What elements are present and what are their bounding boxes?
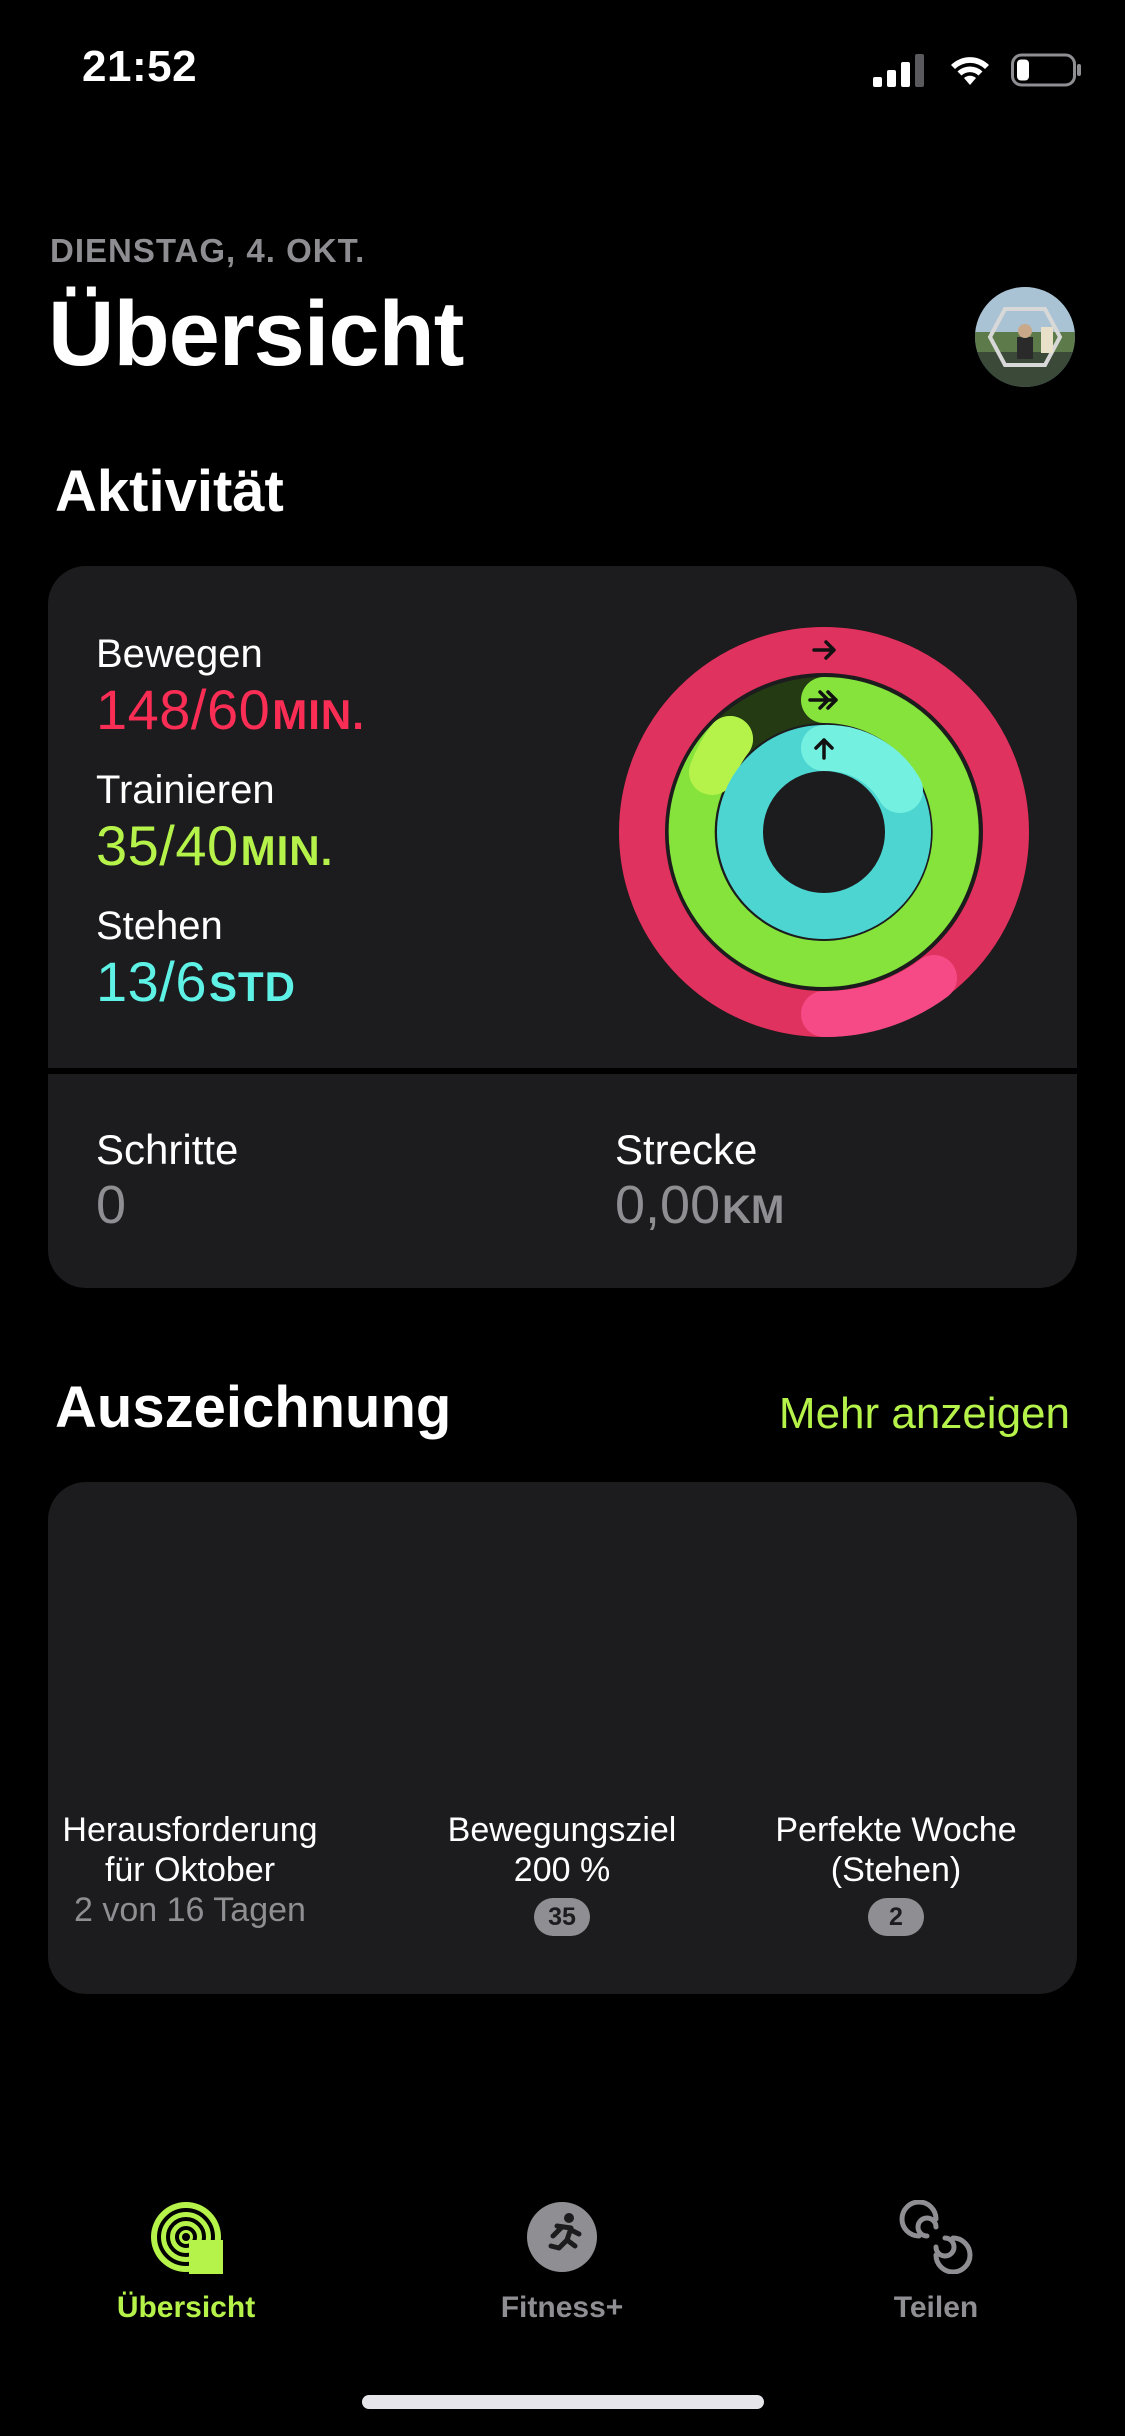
tab-overview-label: Übersicht bbox=[116, 2291, 256, 2324]
wifi-icon bbox=[951, 57, 989, 85]
status-icons bbox=[873, 50, 1083, 90]
award-title-line2: für Oktober bbox=[104, 1851, 276, 1889]
awards-section-title: Auszeichnung bbox=[55, 1375, 452, 1440]
battery-icon bbox=[1011, 53, 1081, 87]
award-count-badge: 2 bbox=[868, 1898, 924, 1936]
steps-label: Schritte bbox=[96, 1126, 239, 1173]
exercise-ring-end bbox=[689, 716, 753, 795]
awards-card: Herausforderung für Oktober 2 von 16 Tag… bbox=[48, 1482, 1077, 1994]
tab-sharing-label: Teilen bbox=[893, 2291, 979, 2324]
award-count-badge: 35 bbox=[534, 1898, 590, 1936]
award-title-line1: Herausforderung bbox=[62, 1811, 318, 1849]
stand-unit: STD bbox=[209, 963, 296, 1010]
activity-section-title: Aktivität bbox=[55, 459, 284, 524]
stand-label: Stehen bbox=[96, 904, 223, 948]
award-subtitle: 2 von 16 Tagen bbox=[74, 1891, 306, 1929]
status-time: 21:52 bbox=[82, 42, 198, 91]
tab-sharing[interactable]: Teilen bbox=[806, 2199, 1066, 2325]
tab-overview[interactable]: Übersicht bbox=[56, 2200, 316, 2325]
move-label: Bewegen bbox=[96, 632, 263, 676]
sharing-icon bbox=[899, 2199, 973, 2275]
award-title-line1: Perfekte Woche bbox=[775, 1811, 1017, 1849]
award-title-line2: 200 % bbox=[513, 1851, 611, 1889]
move-value: 148/60 bbox=[96, 678, 271, 741]
distance-unit: KM bbox=[722, 1188, 785, 1232]
profile-avatar[interactable] bbox=[975, 287, 1075, 387]
steps-stat: Schritte 0 bbox=[96, 1126, 238, 1236]
exercise-value: 35/40 bbox=[96, 814, 239, 877]
page-title: Übersicht bbox=[48, 283, 464, 385]
distance-value: 0,00 bbox=[615, 1175, 721, 1235]
tab-fitness-plus-label: Fitness+ bbox=[500, 2291, 624, 2324]
exercise-label: Trainieren bbox=[96, 768, 275, 812]
steps-value: 0 bbox=[96, 1175, 127, 1235]
avatar-image bbox=[975, 287, 1075, 387]
award-item[interactable]: Herausforderung für Oktober 2 von 16 Tag… bbox=[20, 1810, 360, 1930]
stand-metric: Stehen 13/6STD bbox=[96, 904, 296, 1014]
award-item[interactable]: Perfekte Woche (Stehen) 2 bbox=[726, 1810, 1066, 1936]
distance-stat: Strecke 0,00KM bbox=[615, 1126, 784, 1236]
activity-card[interactable]: Bewegen 148/60MIN. Trainieren 35/40MIN. … bbox=[48, 566, 1077, 1288]
home-indicator[interactable] bbox=[362, 2395, 764, 2409]
cellular-signal-icon bbox=[873, 54, 924, 87]
award-title-line1: Bewegungsziel bbox=[447, 1811, 677, 1849]
stand-value: 13/6 bbox=[96, 950, 207, 1013]
show-more-link[interactable]: Mehr anzeigen bbox=[779, 1389, 1070, 1439]
tab-fitness-plus[interactable]: Fitness+ bbox=[432, 2200, 692, 2325]
distance-label: Strecke bbox=[615, 1126, 758, 1173]
move-metric: Bewegen 148/60MIN. bbox=[96, 632, 365, 742]
move-unit: MIN. bbox=[272, 691, 365, 738]
exercise-metric: Trainieren 35/40MIN. bbox=[96, 768, 333, 878]
activity-rings-icon bbox=[151, 2202, 223, 2274]
award-title-line2: (Stehen) bbox=[830, 1851, 962, 1889]
runner-icon bbox=[527, 2202, 597, 2272]
card-divider bbox=[48, 1068, 1077, 1074]
activity-rings[interactable] bbox=[614, 622, 1034, 1042]
award-item[interactable]: Bewegungsziel 200 % 35 bbox=[392, 1810, 732, 1936]
exercise-unit: MIN. bbox=[240, 827, 334, 874]
date-label: DIENSTAG, 4. OKT. bbox=[50, 232, 366, 269]
